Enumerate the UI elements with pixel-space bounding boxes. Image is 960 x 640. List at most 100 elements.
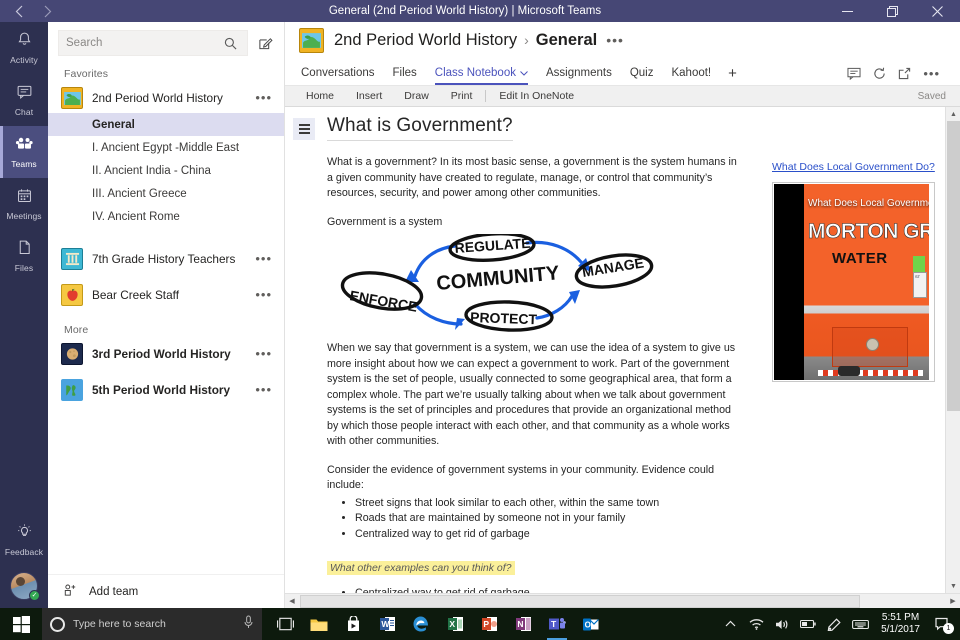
tab-kahoot[interactable]: Kahoot! xyxy=(662,67,720,85)
scroll-down-icon[interactable]: ▼ xyxy=(946,579,960,593)
maximize-button[interactable] xyxy=(870,0,915,22)
ribbon-item-edit-in-onenote[interactable]: Edit In OneNote xyxy=(488,90,585,102)
teams-sidebar: Favorites 2nd Period World History ••• G… xyxy=(48,22,285,608)
microphone-icon[interactable] xyxy=(243,615,254,634)
outlook-icon[interactable]: O xyxy=(574,608,608,640)
svg-text:ENFORCE: ENFORCE xyxy=(348,287,418,315)
channel-more-button[interactable]: ••• xyxy=(604,36,624,44)
keyboard-icon[interactable] xyxy=(847,608,873,640)
team-overflow-button[interactable]: ••• xyxy=(255,386,276,394)
list-item[interactable]: Centralized way to get rid of garbage xyxy=(355,527,945,543)
video-link[interactable]: What Does Local Government Do? xyxy=(772,161,935,173)
battery-icon[interactable] xyxy=(795,608,821,640)
windows-logo-icon[interactable] xyxy=(0,608,42,640)
notebook-menu-icon[interactable] xyxy=(293,118,315,140)
notification-center-button[interactable]: 1 xyxy=(928,608,958,640)
wifi-icon[interactable] xyxy=(743,608,769,640)
edge-icon[interactable] xyxy=(404,608,438,640)
tab-files[interactable]: Files xyxy=(384,67,426,85)
word-icon[interactable]: W xyxy=(370,608,404,640)
note-consider-line[interactable]: Consider the evidence of government syst… xyxy=(327,463,739,494)
volume-icon[interactable] xyxy=(769,608,795,640)
list-item[interactable]: Street signs that look similar to each o… xyxy=(355,496,945,512)
team-row-3rd-period-world-history[interactable]: 3rd Period World History ••• xyxy=(48,339,284,369)
list-item[interactable]: Centralized way to get rid of garbage xyxy=(355,586,945,593)
tab-assignments[interactable]: Assignments xyxy=(537,67,621,85)
breadcrumb-team[interactable]: 2nd Period World History xyxy=(334,31,517,50)
taskbar-clock[interactable]: 5:51 PM 5/1/2017 xyxy=(873,612,928,636)
channel-row-ancient-greece[interactable]: III. Ancient Greece xyxy=(48,182,284,205)
rail-item-files[interactable]: Files xyxy=(0,230,48,282)
channel-row-ancient-india[interactable]: II. Ancient India - China xyxy=(48,159,284,182)
rail-item-teams[interactable]: Teams xyxy=(0,126,48,178)
powerpoint-icon[interactable]: P xyxy=(472,608,506,640)
ribbon-item-insert[interactable]: Insert xyxy=(345,90,393,102)
tab-more-icon[interactable]: ••• xyxy=(917,71,946,85)
pen-icon[interactable] xyxy=(821,608,847,640)
tab-refresh-icon[interactable] xyxy=(867,67,892,85)
search-box[interactable] xyxy=(58,30,248,56)
rail-item-activity[interactable]: Activity xyxy=(0,22,48,74)
tab-quiz[interactable]: Quiz xyxy=(621,67,663,85)
microsoft-store-icon[interactable] xyxy=(336,608,370,640)
add-tab-button[interactable]: + xyxy=(720,66,745,85)
team-overflow-button[interactable]: ••• xyxy=(255,291,276,299)
note-highlight-text[interactable]: What other examples can you think of? xyxy=(327,561,515,575)
page-title[interactable]: What is Government? xyxy=(327,115,513,141)
cortana-icon[interactable] xyxy=(50,617,65,632)
show-hidden-icons-button[interactable] xyxy=(717,608,743,640)
tab-conversations[interactable]: Conversations xyxy=(299,67,384,85)
team-row-7th-grade-history-teachers[interactable]: 7th Grade History Teachers ••• xyxy=(48,244,284,274)
add-team-button[interactable]: Add team xyxy=(48,574,284,608)
search-icon[interactable] xyxy=(220,32,240,54)
scroll-up-icon[interactable]: ▲ xyxy=(946,107,960,121)
list-item[interactable]: Roads that are maintained by someone not… xyxy=(355,511,945,527)
tab-class-notebook[interactable]: Class Notebook xyxy=(426,67,537,85)
scroll-left-icon[interactable]: ◀ xyxy=(285,594,299,609)
tab-open-external-icon[interactable] xyxy=(892,67,917,85)
rail-item-chat[interactable]: Chat xyxy=(0,74,48,126)
scroll-right-icon[interactable]: ▶ xyxy=(946,594,960,609)
rail-item-meetings[interactable]: Meetings xyxy=(0,178,48,230)
team-row-bear-creek-staff[interactable]: Bear Creek Staff ••• xyxy=(48,280,284,310)
avatar[interactable]: ✓ xyxy=(10,572,38,600)
video-thumbnail[interactable]: ST What Does Local Governme MORTON GRO W… xyxy=(774,184,929,380)
chevron-down-icon[interactable] xyxy=(520,67,528,79)
back-button[interactable] xyxy=(6,1,32,21)
close-button[interactable] xyxy=(915,0,960,22)
scroll-track-horizontal[interactable] xyxy=(299,595,946,608)
scroll-thumb-horizontal[interactable] xyxy=(300,595,860,608)
compose-icon[interactable] xyxy=(254,30,276,56)
notebook-vertical-scrollbar[interactable]: ▲ ▼ xyxy=(945,107,960,593)
note-paragraph-system[interactable]: Government is a system xyxy=(327,215,739,231)
ribbon-item-print[interactable]: Print xyxy=(440,90,484,102)
taskbar-search-box[interactable]: Type here to search xyxy=(42,608,262,640)
scroll-thumb-vertical[interactable] xyxy=(947,121,960,411)
channel-row-ancient-egypt[interactable]: I. Ancient Egypt -Middle East xyxy=(48,136,284,159)
teams-icon[interactable]: T xyxy=(540,608,574,640)
team-row-5th-period-world-history[interactable]: 5th Period World History ••• xyxy=(48,375,284,405)
channel-row-general[interactable]: General xyxy=(48,113,284,136)
excel-icon[interactable]: X xyxy=(438,608,472,640)
notebook-horizontal-scrollbar[interactable]: ◀ ▶ xyxy=(285,593,960,608)
ribbon-item-home[interactable]: Home xyxy=(295,90,345,102)
team-row-2nd-period-world-history[interactable]: 2nd Period World History ••• xyxy=(48,83,284,113)
rail-item-feedback[interactable]: Feedback xyxy=(0,514,48,566)
file-explorer-icon[interactable] xyxy=(302,608,336,640)
forward-button[interactable] xyxy=(34,1,60,21)
ribbon-item-draw[interactable]: Draw xyxy=(393,90,440,102)
team-overflow-button[interactable]: ••• xyxy=(255,255,276,263)
note-bullet-list-2[interactable]: Centralized way to get rid of garbage xyxy=(327,586,945,593)
note-bullet-list[interactable]: Street signs that look similar to each o… xyxy=(327,496,945,543)
task-view-icon[interactable] xyxy=(268,608,302,640)
note-paragraph-2[interactable]: When we say that government is a system,… xyxy=(327,341,739,450)
video-frame[interactable]: ST What Does Local Governme MORTON GRO W… xyxy=(772,182,935,382)
channel-row-ancient-rome[interactable]: IV. Ancient Rome xyxy=(48,205,284,228)
tab-conversation-icon[interactable] xyxy=(841,67,867,85)
search-input[interactable] xyxy=(66,37,220,49)
team-overflow-button[interactable]: ••• xyxy=(255,94,276,102)
team-overflow-button[interactable]: ••• xyxy=(255,350,276,358)
onenote-icon[interactable]: N xyxy=(506,608,540,640)
note-paragraph-1[interactable]: What is a government? In its most basic … xyxy=(327,155,739,202)
minimize-button[interactable] xyxy=(825,0,870,22)
